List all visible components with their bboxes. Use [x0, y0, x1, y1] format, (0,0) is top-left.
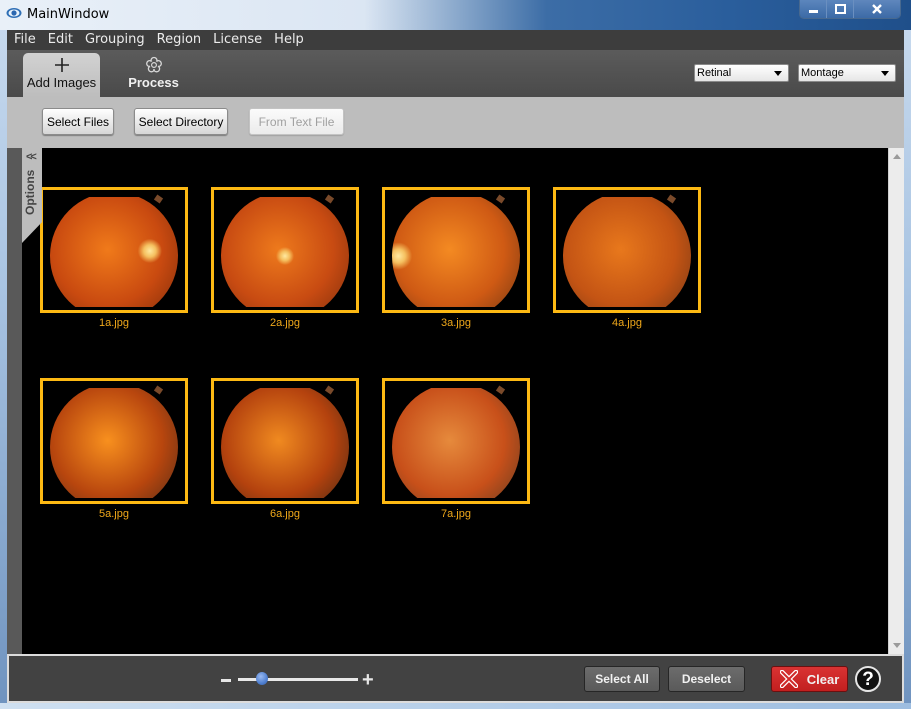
- menu-file[interactable]: File: [9, 30, 41, 50]
- fundus-marker: [153, 385, 164, 395]
- tab-process-label: Process: [128, 75, 179, 90]
- image-thumbnail[interactable]: 2a.jpg: [211, 187, 359, 329]
- region-select-value: Retinal: [697, 67, 732, 79]
- image-thumbnail[interactable]: 5a.jpg: [40, 378, 188, 520]
- mode-select[interactable]: Montage: [798, 64, 896, 82]
- help-icon: ?: [862, 668, 874, 690]
- region-select[interactable]: Retinal: [694, 64, 789, 82]
- thumbnail-selection-frame[interactable]: [382, 187, 530, 313]
- plus-icon: [54, 56, 69, 74]
- thumbnail-filename: 2a.jpg: [270, 317, 300, 329]
- retina-image: [392, 388, 520, 498]
- collapse-chevron-icon[interactable]: <<: [26, 151, 37, 163]
- mode-select-value: Montage: [801, 67, 844, 79]
- menu-edit[interactable]: Edit: [43, 30, 78, 50]
- window-controls: [799, 0, 901, 19]
- menu-region[interactable]: Region: [152, 30, 207, 50]
- retina-image: [392, 197, 520, 307]
- vertical-scrollbar[interactable]: [888, 148, 904, 654]
- image-thumbnail[interactable]: 1a.jpg: [40, 187, 188, 329]
- thumbnail-selection-frame[interactable]: [40, 378, 188, 504]
- scroll-down-icon[interactable]: [893, 643, 901, 648]
- retina-image: [50, 197, 178, 307]
- fundus-marker: [153, 194, 164, 204]
- image-thumbnail[interactable]: 3a.jpg: [382, 187, 530, 329]
- chevron-down-icon: [774, 71, 782, 76]
- thumbnail-filename: 4a.jpg: [612, 317, 642, 329]
- bottom-bar: + Select All Deselect Clear ?: [7, 654, 904, 703]
- fundus-marker: [495, 385, 506, 395]
- thumbnail-filename: 6a.jpg: [270, 508, 300, 520]
- retina-image: [563, 197, 691, 307]
- thumbnail-selection-frame[interactable]: [40, 187, 188, 313]
- zoom-out-icon[interactable]: [221, 679, 231, 682]
- retina-image: [221, 197, 349, 307]
- app-eye-icon: [6, 7, 22, 19]
- select-all-button[interactable]: Select All: [584, 666, 660, 692]
- image-thumbnail[interactable]: 6a.jpg: [211, 378, 359, 520]
- maximize-button[interactable]: [827, 0, 854, 18]
- fundus-marker: [495, 194, 506, 204]
- menu-grouping[interactable]: Grouping: [80, 30, 150, 50]
- image-thumbnail[interactable]: 7a.jpg: [382, 378, 530, 520]
- clear-button-label: Clear: [806, 671, 840, 687]
- select-files-button[interactable]: Select Files: [42, 108, 114, 135]
- main-window: File Edit Grouping Region License Help A…: [7, 30, 904, 703]
- options-panel-strip: [7, 148, 22, 654]
- window-title: MainWindow: [27, 7, 110, 22]
- clear-x-icon: [779, 670, 798, 688]
- minimize-button[interactable]: [800, 0, 827, 18]
- retina-image: [50, 388, 178, 498]
- tab-add-images-label: Add Images: [26, 75, 97, 90]
- retina-image: [221, 388, 349, 498]
- thumbnail-filename: 5a.jpg: [99, 508, 129, 520]
- flower-gear-icon: [145, 56, 163, 74]
- close-icon: [872, 4, 882, 14]
- close-button[interactable]: [854, 0, 900, 18]
- from-text-file-button: From Text File: [249, 108, 344, 135]
- zoom-in-icon[interactable]: +: [362, 670, 374, 690]
- chevron-down-icon: [881, 71, 889, 76]
- tab-add-images[interactable]: Add Images: [23, 53, 100, 97]
- fundus-marker: [324, 194, 335, 204]
- thumbnail-selection-frame[interactable]: [211, 187, 359, 313]
- add-images-bar: Select Files Select Directory From Text …: [7, 97, 904, 148]
- window-titlebar: MainWindow: [0, 0, 911, 30]
- menu-help[interactable]: Help: [269, 30, 309, 50]
- minimize-icon: [808, 10, 818, 13]
- fundus-marker: [666, 194, 677, 204]
- tab-process[interactable]: Process: [115, 53, 192, 97]
- window-bottom-edge: [0, 703, 911, 709]
- menubar: File Edit Grouping Region License Help: [7, 30, 904, 50]
- image-grid: 1a.jpg 2a.jpg 3a.jpg 4a.jpg 5a.jpg 6a.jpg 7a.j…: [22, 148, 888, 654]
- thumbnail-selection-frame[interactable]: [211, 378, 359, 504]
- thumbnail-filename: 3a.jpg: [441, 317, 471, 329]
- image-thumbnail[interactable]: 4a.jpg: [553, 187, 701, 329]
- help-button[interactable]: ?: [855, 666, 881, 692]
- thumbnail-filename: 1a.jpg: [99, 317, 129, 329]
- deselect-button[interactable]: Deselect: [668, 666, 745, 692]
- menu-license[interactable]: License: [208, 30, 267, 50]
- fundus-marker: [324, 385, 335, 395]
- maximize-icon: [834, 4, 846, 14]
- main-toolbar: Add Images Process Retinal Montage: [7, 50, 904, 97]
- options-label[interactable]: Options: [23, 170, 37, 215]
- select-directory-button[interactable]: Select Directory: [134, 108, 228, 135]
- thumbnail-selection-frame[interactable]: [553, 187, 701, 313]
- zoom-slider-handle[interactable]: [256, 672, 268, 685]
- scroll-up-icon[interactable]: [893, 154, 901, 159]
- thumbnail-filename: 7a.jpg: [441, 508, 471, 520]
- clear-button[interactable]: Clear: [771, 666, 848, 692]
- thumbnail-selection-frame[interactable]: [382, 378, 530, 504]
